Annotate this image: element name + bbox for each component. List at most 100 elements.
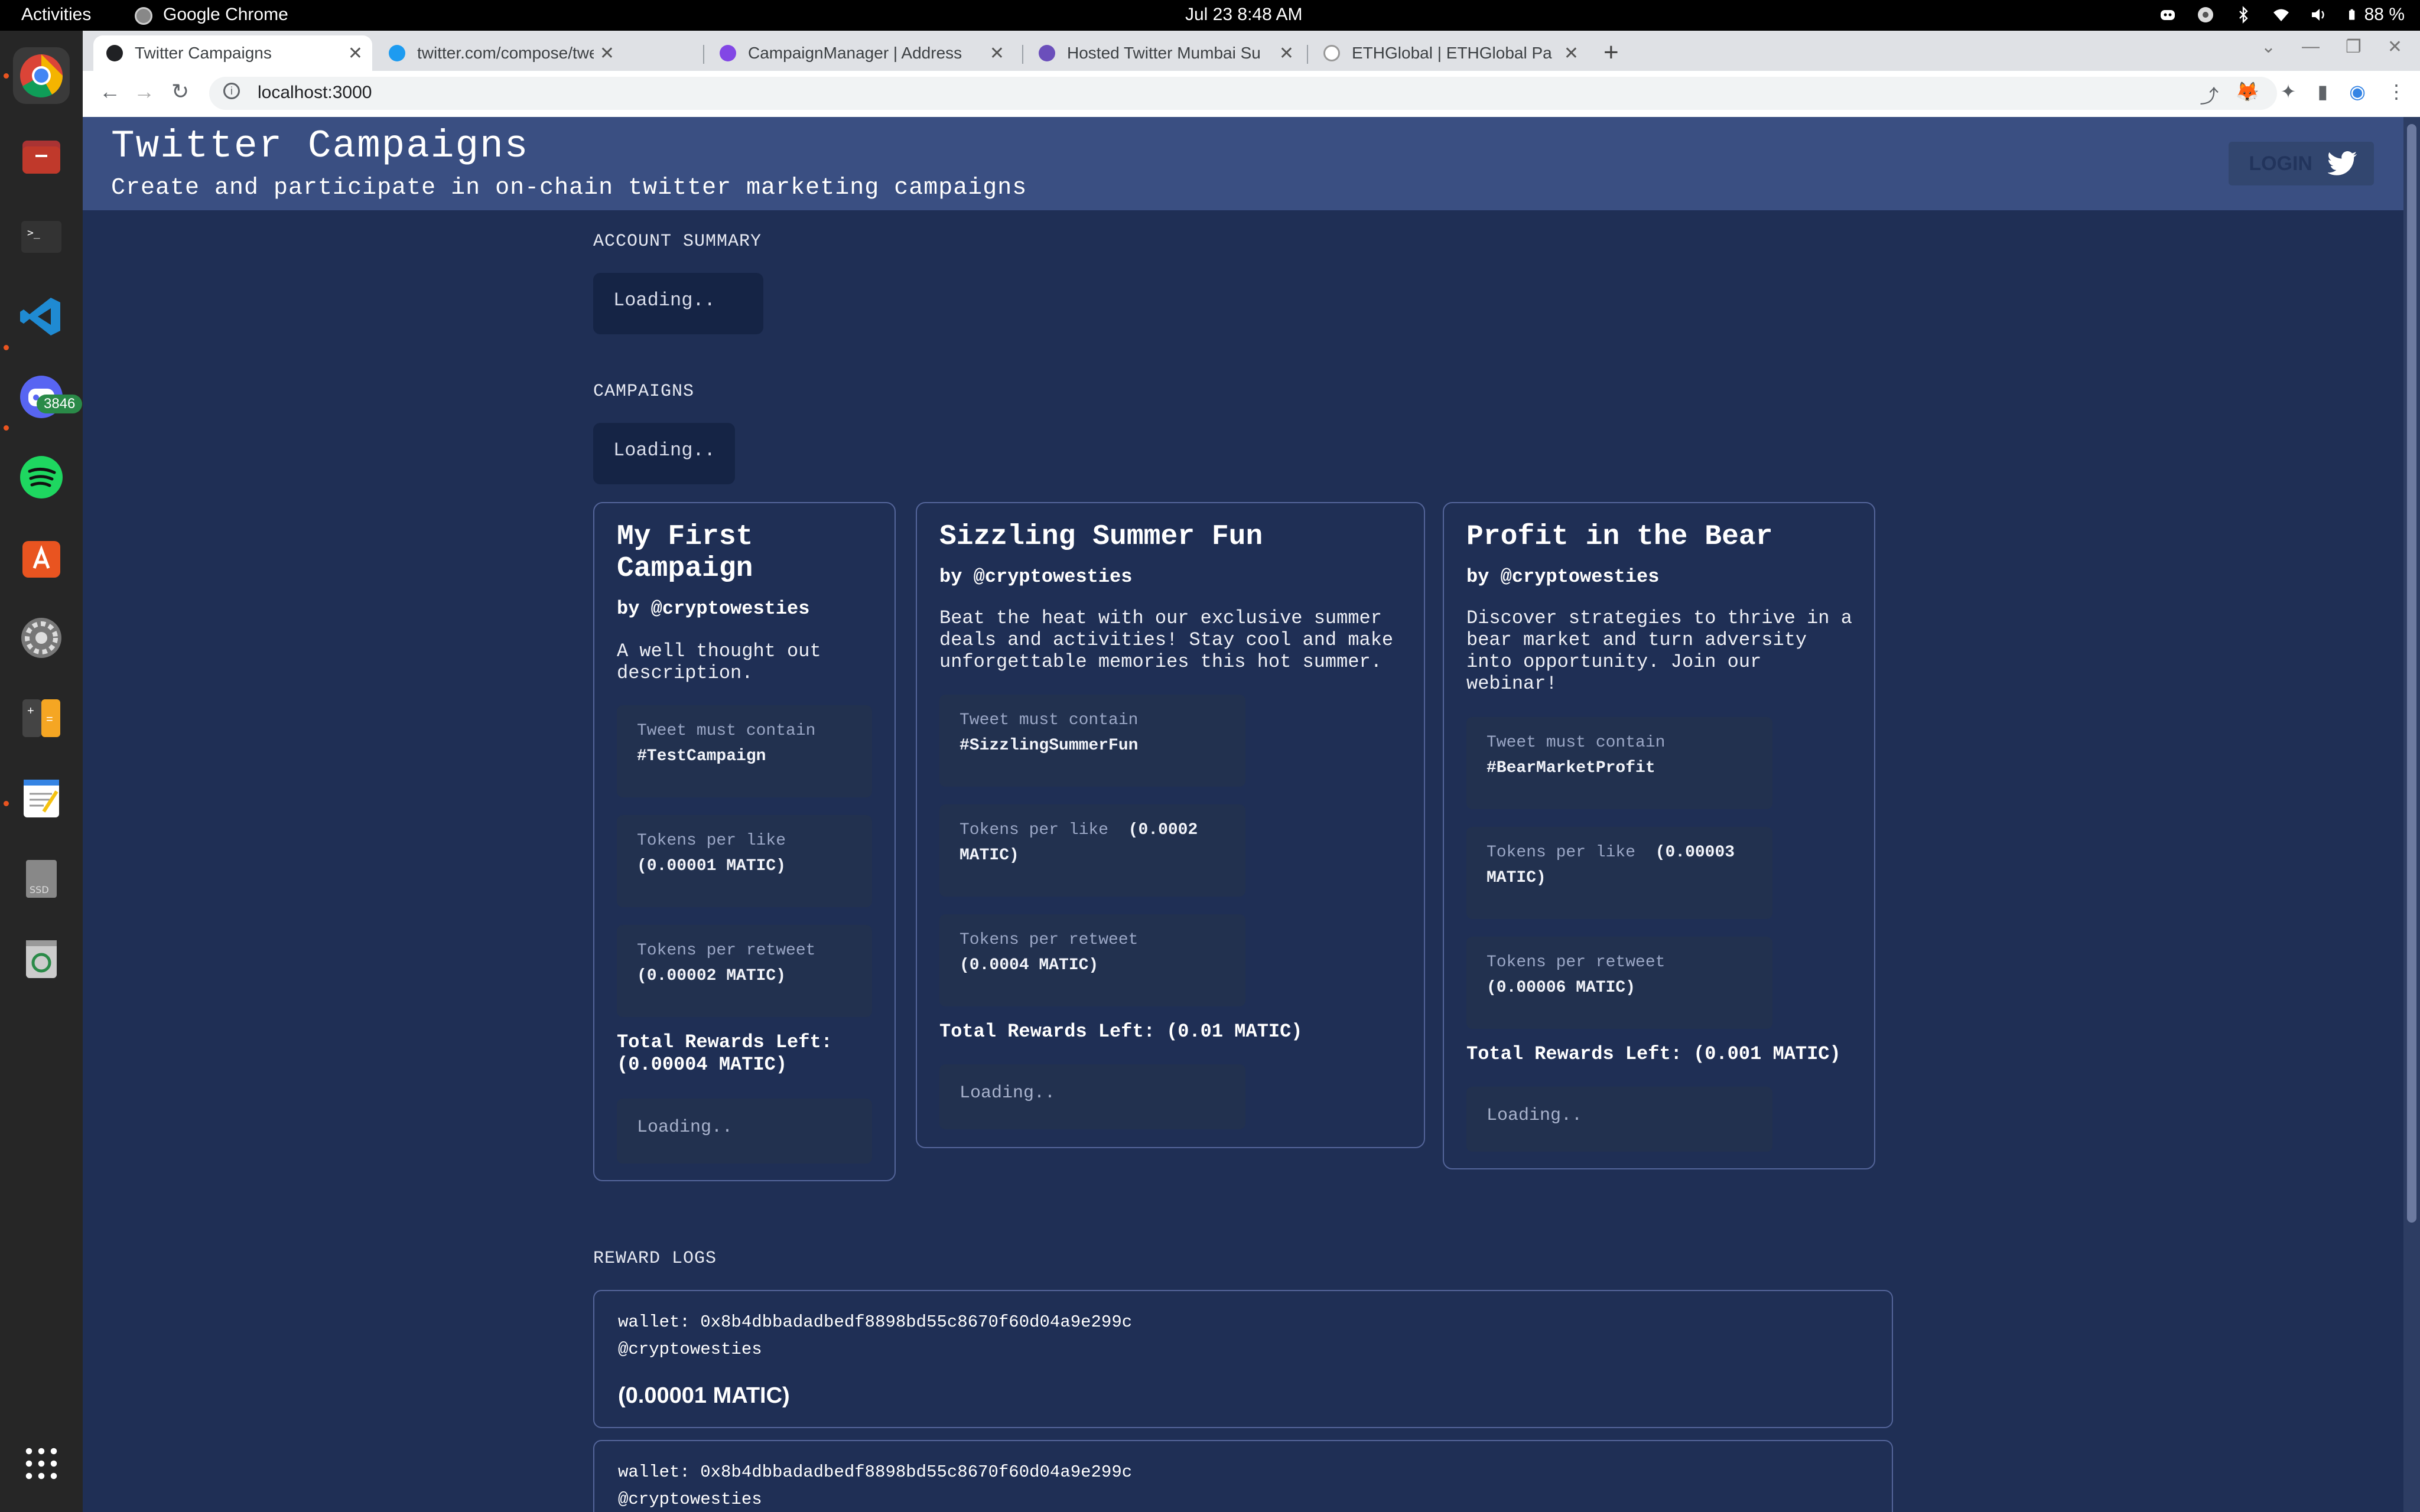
close-tab-icon[interactable]: ✕ (600, 43, 614, 64)
settings-dock-icon[interactable] (13, 610, 70, 666)
tab-twitter-campaigns[interactable]: Twitter Campaigns ✕ (93, 35, 372, 71)
profile-avatar-icon[interactable]: ◉ (2349, 80, 2366, 103)
site-info-icon[interactable]: i (223, 83, 240, 99)
trash-dock-icon[interactable] (13, 931, 70, 988)
forward-icon[interactable]: → (134, 79, 155, 104)
required-hashtag: #SizzlingSummerFun (959, 737, 1139, 755)
tab-twitter-compose[interactable]: twitter.com/compose/tweet ✕ (376, 35, 624, 71)
tab-title: Twitter Campaigns (135, 44, 272, 62)
page-title: Twitter Campaigns (111, 124, 529, 168)
dock: >_ 3846 + = SSD (0, 31, 83, 1512)
per-like-label: Tokens per like (1487, 843, 1636, 862)
per-retweet-label: Tokens per retweet (959, 931, 1139, 949)
tab-campaign-manager[interactable]: CampaignManager | Address ✕ (707, 35, 1014, 71)
metamask-extension-icon[interactable]: 🦊 (2236, 80, 2259, 103)
reward-logs-heading: REWARD LOGS (593, 1249, 717, 1269)
ssd-drive-dock-icon[interactable]: SSD (13, 850, 70, 907)
wifi-icon[interactable] (2272, 6, 2290, 24)
discord-tray-icon[interactable] (2159, 6, 2177, 24)
close-tab-icon[interactable]: ✕ (1564, 43, 1579, 64)
tab-ethglobal[interactable]: ETHGlobal | ETHGlobal Pa ✕ (1310, 35, 1588, 71)
files-dock-icon[interactable] (13, 128, 70, 184)
tokens-per-like: Tokens per like (0.00003 MATIC) (1466, 827, 1772, 919)
tweet-requirement: Tweet must contain #SizzlingSummerFun (939, 695, 1245, 787)
text-editor-dock-icon[interactable] (13, 770, 70, 827)
reward-log-entry: wallet: 0x8b4dbbadadbedf8898bd55c8670f60… (593, 1290, 1893, 1428)
login-label: LOGIN (2249, 152, 2312, 175)
share-icon[interactable]: ⤴ (2200, 82, 2219, 109)
address-bar[interactable]: i localhost:3000 ⤴ ☆ (209, 77, 2277, 110)
vscode-dock-icon[interactable] (13, 288, 70, 345)
url-text[interactable]: localhost:3000 (258, 83, 372, 103)
close-tab-icon[interactable]: ✕ (990, 43, 1004, 64)
new-tab-button[interactable]: + (1603, 38, 1619, 67)
tokens-per-like: Tokens per like (0.0002 MATIC) (939, 804, 1245, 897)
campaign-loading: Loading.. (1466, 1087, 1772, 1152)
close-tab-icon[interactable]: ✕ (1279, 43, 1294, 64)
campaign-description: A well thought out description. (617, 640, 821, 684)
tokens-per-retweet: Tokens per retweet (0.00006 MATIC) (1466, 937, 1772, 1029)
app-menu-label: Google Chrome (163, 5, 288, 24)
campaign-card[interactable]: Profit in the Bear by @cryptowesties Dis… (1443, 502, 1875, 1169)
spotify-dock-icon[interactable] (13, 449, 70, 506)
running-indicator (4, 73, 9, 79)
tab-title: CampaignManager | Address (748, 44, 962, 62)
discord-notification-badge: 3846 (37, 395, 83, 413)
per-retweet-value: (0.00006 MATIC) (1487, 979, 1636, 997)
close-window-icon[interactable]: ✕ (2388, 37, 2402, 57)
per-retweet-label: Tokens per retweet (1487, 953, 1666, 972)
app-menu[interactable]: Google Chrome (136, 5, 288, 25)
requirement-label: Tweet must contain (1487, 734, 1666, 752)
clock[interactable]: Jul 23 8:48 AM (1185, 5, 1302, 25)
system-tray[interactable]: 88 % (2159, 5, 2405, 25)
tab-separator (1022, 45, 1023, 64)
page-scrollbar[interactable] (2403, 117, 2420, 1512)
back-icon[interactable]: ← (99, 79, 121, 104)
close-tab-icon[interactable]: ✕ (348, 43, 363, 64)
campaign-card[interactable]: My First Campaign by @cryptowesties A we… (593, 502, 896, 1181)
svg-text:SSD: SSD (30, 884, 49, 895)
show-apps-icon[interactable] (13, 1435, 70, 1492)
battery-indicator[interactable]: 88 % (2348, 5, 2405, 25)
software-center-dock-icon[interactable] (13, 529, 70, 586)
campaign-card[interactable]: Sizzling Summer Fun by @cryptowesties Be… (916, 502, 1425, 1148)
total-value: (0.01 MATIC) (1166, 1021, 1303, 1042)
scrollbar-thumb[interactable] (2407, 124, 2416, 1223)
activities-button[interactable]: Activities (21, 5, 91, 25)
total-rewards-left: Total Rewards Left: (0.00004 MATIC) (617, 1031, 877, 1076)
chrome-menu-icon[interactable]: ⋮ (2387, 80, 2406, 103)
minimize-icon[interactable]: — (2302, 37, 2320, 57)
polygonscan-favicon-icon (720, 45, 736, 61)
reload-icon[interactable]: ↻ (171, 79, 189, 104)
extensions-bar: 🦊 ✦ ▮ ◉ ⋮ (2236, 80, 2406, 103)
per-retweet-value: (0.0004 MATIC) (959, 956, 1099, 975)
window-controls: ⌄ — ❐ ✕ (2261, 37, 2402, 57)
account-summary-loading: Loading.. (593, 273, 763, 334)
campaigns-heading: CAMPAIGNS (593, 382, 695, 402)
account-summary-heading: ACCOUNT SUMMARY (593, 232, 762, 252)
total-rewards-left: Total Rewards Left: (0.01 MATIC) (939, 1021, 1406, 1043)
calculator-dock-icon[interactable]: + = (13, 690, 70, 747)
tab-hosted-twitter-mumbai[interactable]: Hosted Twitter Mumbai Su ✕ (1026, 35, 1303, 71)
per-like-value: (0.00001 MATIC) (637, 857, 786, 875)
chrome-dock-icon[interactable] (13, 47, 70, 104)
page-content: Twitter Campaigns Create and participate… (83, 117, 2403, 1512)
log-wallet: wallet: 0x8b4dbbadadbedf8898bd55c8670f60… (618, 1312, 1133, 1332)
svg-text:=: = (46, 713, 53, 726)
chrome-tray-icon[interactable] (2197, 6, 2214, 24)
tab-title: ETHGlobal | ETHGlobal Pa (1352, 44, 1552, 62)
tab-search-icon[interactable]: ⌄ (2261, 37, 2276, 57)
tab-separator (703, 45, 704, 64)
side-panel-icon[interactable]: ▮ (2317, 80, 2328, 103)
campaign-title: Profit in the Bear (1466, 521, 1773, 553)
bluetooth-icon[interactable] (2234, 6, 2252, 24)
per-like-label: Tokens per like (959, 821, 1109, 839)
volume-icon[interactable] (2310, 6, 2328, 24)
total-value: (0.00004 MATIC) (617, 1054, 788, 1076)
tweet-requirement: Tweet must contain #BearMarketProfit (1466, 717, 1772, 809)
maximize-icon[interactable]: ❐ (2346, 37, 2362, 57)
extensions-puzzle-icon[interactable]: ✦ (2281, 80, 2297, 103)
battery-icon (2349, 9, 2354, 20)
terminal-dock-icon[interactable]: >_ (13, 208, 70, 265)
login-button[interactable]: LOGIN (2229, 142, 2374, 185)
